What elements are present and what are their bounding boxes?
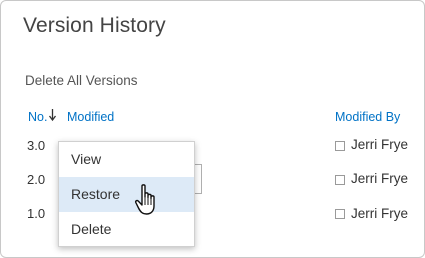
column-header-modified[interactable]: Modified xyxy=(67,110,114,124)
menu-item-delete[interactable]: Delete xyxy=(59,212,194,247)
sort-descending-icon xyxy=(48,109,57,122)
hand-pointer-icon xyxy=(134,184,155,215)
version-context-menu: View Restore Delete xyxy=(58,141,195,247)
version-number: 3.0 xyxy=(27,138,46,153)
modified-by-user: Jerri Frye xyxy=(351,171,408,186)
version-number: 1.0 xyxy=(27,206,46,221)
row-checkbox[interactable] xyxy=(335,175,345,185)
delete-all-versions-link[interactable]: Delete All Versions xyxy=(25,73,138,88)
menu-item-view[interactable]: View xyxy=(59,142,194,177)
menu-item-restore[interactable]: Restore xyxy=(59,177,194,212)
row-checkbox[interactable] xyxy=(335,209,345,219)
modified-by-user: Jerri Frye xyxy=(351,137,408,152)
column-header-no[interactable]: No. xyxy=(28,110,47,124)
version-number: 2.0 xyxy=(27,172,46,187)
page-title: Version History xyxy=(23,14,166,37)
column-header-modified-by[interactable]: Modified By xyxy=(335,110,400,124)
version-history-panel: Version History Delete All Versions No. … xyxy=(0,0,425,258)
row-checkbox[interactable] xyxy=(335,141,345,151)
modified-by-user: Jerri Frye xyxy=(351,206,408,221)
